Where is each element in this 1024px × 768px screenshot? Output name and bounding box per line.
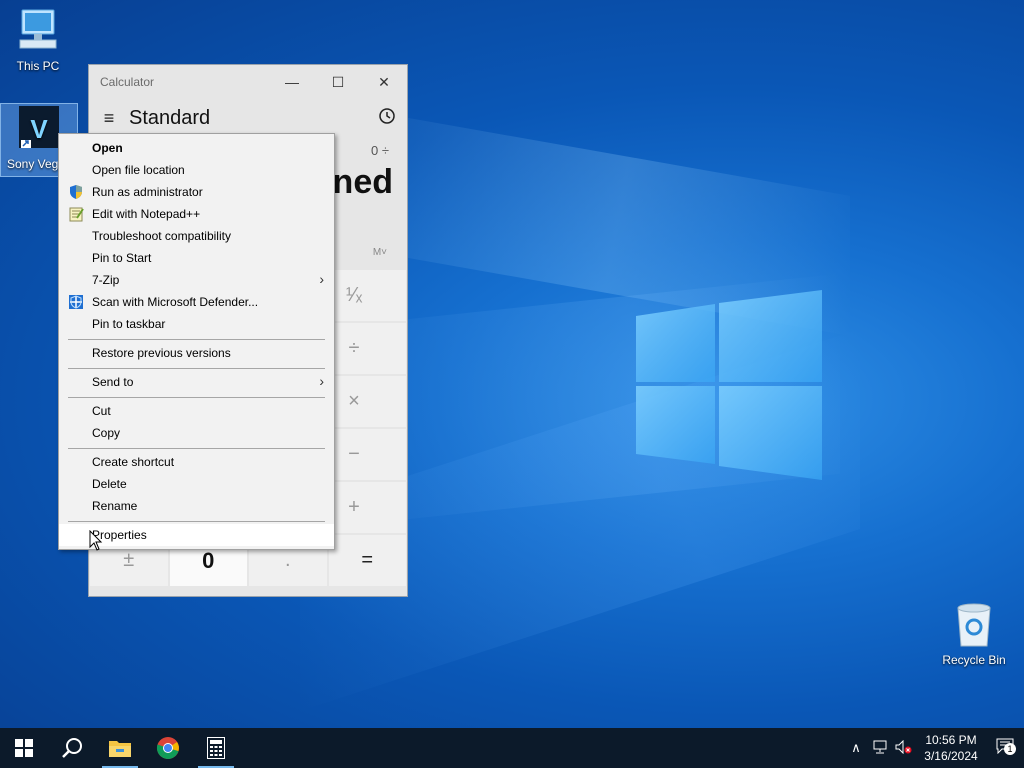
equals-button[interactable]: = <box>328 535 406 586</box>
taskbar: ∧ 10:56 PM 3/16/2024 1 <box>0 728 1024 768</box>
calculator-header: ≡ Standard <box>89 99 407 137</box>
menu-item-7zip[interactable]: 7-Zip › <box>59 269 334 291</box>
menu-item-label: Scan with Microsoft Defender... <box>92 295 259 309</box>
recycle-bin-icon <box>957 603 991 647</box>
chevron-right-icon: › <box>319 373 324 389</box>
shield-icon <box>70 185 82 199</box>
start-icon <box>15 739 33 757</box>
chrome-icon <box>156 737 179 759</box>
window-title: Calculator <box>100 75 155 89</box>
menu-item-label: Run as administrator <box>92 185 203 199</box>
menu-item-label: Pin to Start <box>92 251 152 265</box>
memory-button[interactable]: M˅ <box>373 247 387 258</box>
menu-item-restore-previous-versions[interactable]: Restore previous versions <box>59 342 334 364</box>
desktop-icon-label: This PC <box>16 59 60 73</box>
menu-item-label: 7-Zip <box>92 273 120 287</box>
menu-item-label: Send to <box>92 375 134 389</box>
menu-item-run-as-administrator[interactable]: Run as administrator <box>59 181 334 203</box>
taskbar-chrome[interactable] <box>144 728 192 768</box>
menu-separator <box>68 448 325 449</box>
menu-item-troubleshoot-compatibility[interactable]: Troubleshoot compatibility <box>59 225 334 247</box>
menu-item-scan-with-defender[interactable]: Scan with Microsoft Defender... <box>59 291 334 313</box>
menu-item-label: Pin to taskbar <box>92 317 166 331</box>
clock-date: 3/16/2024 <box>924 749 978 763</box>
search-button[interactable] <box>48 728 96 768</box>
menu-item-copy[interactable]: Copy <box>59 422 334 444</box>
desktop-icon-recycle-bin[interactable]: Recycle Bin <box>936 600 1012 667</box>
calculator-icon <box>207 737 225 759</box>
menu-item-label: Copy <box>92 426 121 440</box>
mouse-cursor-icon <box>89 530 103 551</box>
volume-muted-icon[interactable] <box>892 739 916 757</box>
computer-icon <box>19 9 57 49</box>
clock[interactable]: 10:56 PM 3/16/2024 <box>916 732 986 764</box>
menu-item-edit-with-notepadpp[interactable]: Edit with Notepad++ <box>59 203 334 225</box>
menu-item-send-to[interactable]: Send to › <box>59 371 334 393</box>
menu-item-label: Troubleshoot compatibility <box>92 229 231 243</box>
menu-separator <box>68 339 325 340</box>
menu-item-label: Open file location <box>92 163 185 177</box>
close-button[interactable]: ✕ <box>361 74 407 91</box>
notepadpp-icon <box>69 207 84 222</box>
menu-item-create-shortcut[interactable]: Create shortcut <box>59 451 334 473</box>
desktop-icon-this-pc[interactable]: This PC <box>0 8 76 73</box>
menu-item-label: Restore previous versions <box>92 346 231 360</box>
calculator-mode-title: Standard <box>129 106 211 129</box>
defender-icon <box>69 295 83 309</box>
desktop-icon-label: Recycle Bin <box>942 653 1006 667</box>
network-icon[interactable] <box>868 740 892 757</box>
chevron-right-icon: › <box>319 271 324 287</box>
vegas-icon: V <box>19 106 59 148</box>
system-tray: ∧ 10:56 PM 3/16/2024 1 <box>844 728 1024 768</box>
menu-item-pin-to-start[interactable]: Pin to Start <box>59 247 334 269</box>
file-explorer-icon <box>109 741 131 757</box>
menu-separator <box>68 397 325 398</box>
menu-item-label: Create shortcut <box>92 455 175 469</box>
menu-item-cut[interactable]: Cut <box>59 400 334 422</box>
menu-separator <box>68 521 325 522</box>
menu-item-label: Rename <box>92 499 138 513</box>
menu-item-label: Cut <box>92 404 111 418</box>
clock-time: 10:56 PM <box>925 733 977 747</box>
show-hidden-icons-button[interactable]: ∧ <box>844 740 868 756</box>
maximize-button[interactable]: ☐ <box>315 74 361 91</box>
menu-item-label: Delete <box>92 477 127 491</box>
menu-item-rename[interactable]: Rename <box>59 495 334 517</box>
menu-item-label: Edit with Notepad++ <box>92 207 201 221</box>
menu-item-open[interactable]: Open <box>59 137 334 159</box>
menu-separator <box>68 368 325 369</box>
taskbar-file-explorer[interactable] <box>96 728 144 768</box>
calculator-expression: 0 ÷ <box>371 143 389 158</box>
start-button[interactable] <box>0 728 48 768</box>
context-menu: Open Open file location Run as administr… <box>58 133 335 550</box>
calculator-title-bar[interactable]: Calculator — ☐ ✕ <box>89 65 407 99</box>
menu-item-open-file-location[interactable]: Open file location <box>59 159 334 181</box>
svg-text:V: V <box>30 114 48 144</box>
history-icon[interactable] <box>367 107 407 130</box>
calculator-display: ned <box>332 163 393 201</box>
windows-wallpaper-logo <box>636 290 822 480</box>
hamburger-menu-icon[interactable]: ≡ <box>89 108 129 129</box>
search-icon <box>62 738 82 758</box>
minimize-button[interactable]: — <box>269 74 315 90</box>
notification-count-badge: 1 <box>1004 742 1016 755</box>
taskbar-calculator[interactable] <box>192 728 240 768</box>
menu-item-pin-to-taskbar[interactable]: Pin to taskbar <box>59 313 334 335</box>
menu-item-label: Open <box>92 141 123 155</box>
action-center-button[interactable]: 1 <box>986 738 1024 759</box>
menu-item-delete[interactable]: Delete <box>59 473 334 495</box>
